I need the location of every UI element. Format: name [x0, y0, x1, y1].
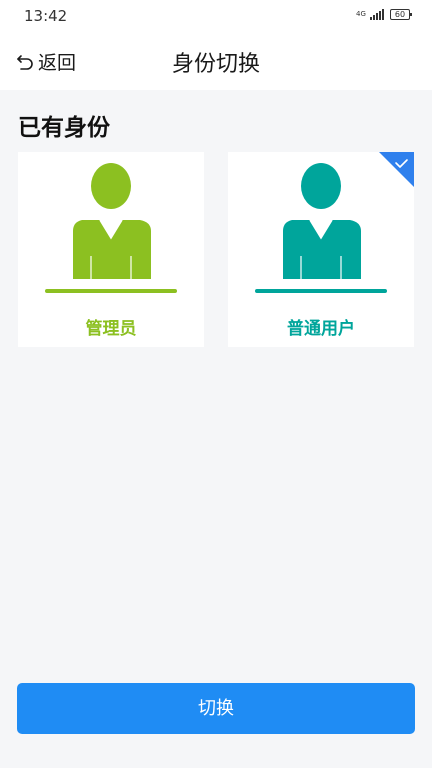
- battery-icon: 60: [390, 9, 412, 20]
- status-bar: 13:42 4G 60: [0, 0, 432, 34]
- back-button[interactable]: 返回: [16, 48, 76, 75]
- identity-label-admin: 管理员: [85, 319, 137, 339]
- back-label: 返回: [38, 52, 77, 74]
- switch-button[interactable]: 切换: [17, 683, 415, 734]
- signal-icon: [370, 9, 384, 20]
- selected-check-icon: [379, 152, 414, 187]
- status-time: 13:42: [24, 7, 68, 25]
- battery-level: 60: [394, 10, 406, 19]
- back-arrow-icon: [16, 53, 34, 71]
- identity-card-admin[interactable]: 管理员: [18, 152, 204, 347]
- nav-bar: 返回 身份切换: [0, 34, 432, 90]
- identity-label-user: 普通用户: [287, 319, 355, 339]
- network-type: 4G: [356, 10, 366, 18]
- status-indicators: 4G 60: [356, 9, 412, 20]
- identity-card-user[interactable]: 普通用户: [228, 152, 414, 347]
- section-title: 已有身份: [18, 115, 110, 141]
- admin-avatar-icon: [45, 163, 177, 293]
